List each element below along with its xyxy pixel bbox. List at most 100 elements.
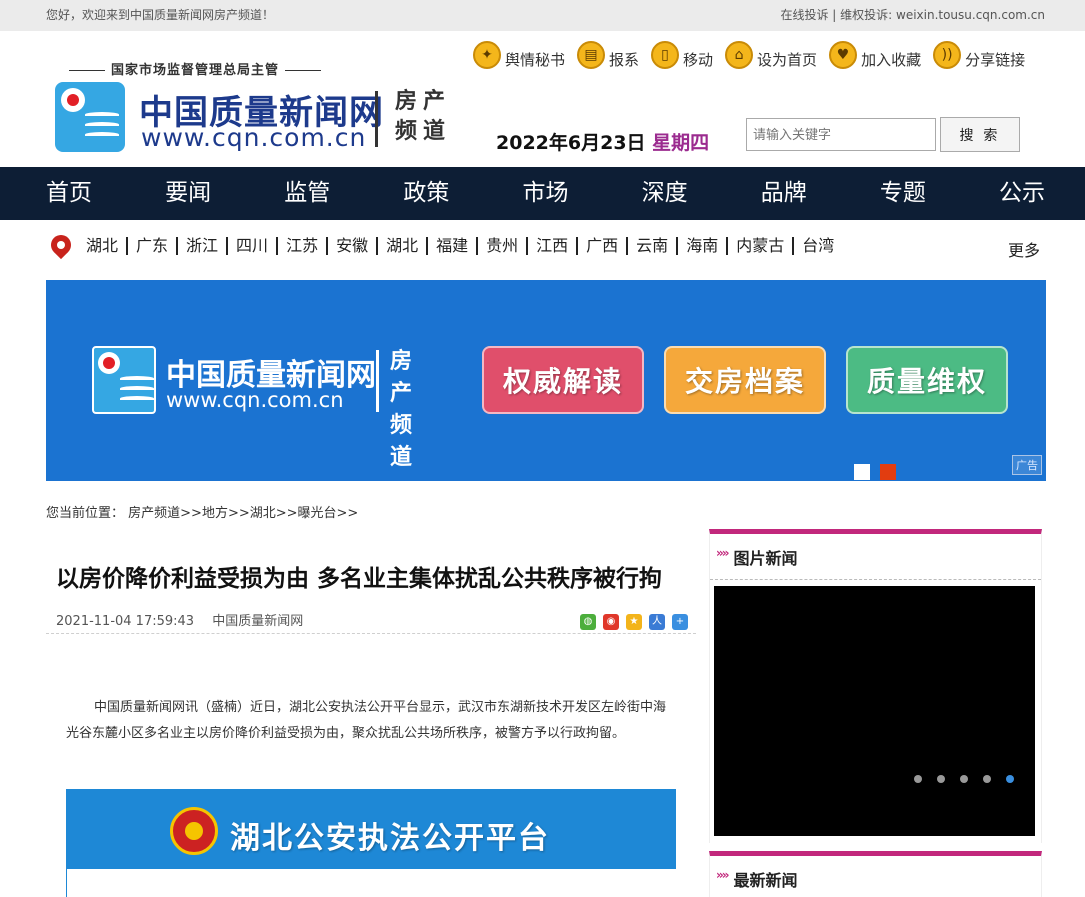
quick-links: ✦ 舆情秘书 ▤ 报系 ▯ 移动 ⌂ 设为首页 ♥ 加入收藏 )) 分享链接 (473, 41, 1026, 76)
quicklink-baoxi[interactable]: ▤ 报系 (577, 41, 640, 76)
region-link[interactable]: 湖北 (376, 237, 426, 255)
banner-channel: 房产频道 (390, 349, 417, 470)
quicklink-yuqing[interactable]: ✦ 舆情秘书 (473, 41, 566, 76)
authority-interpretation-button[interactable]: 权威解读 (482, 346, 644, 414)
slider-dot[interactable] (983, 775, 991, 783)
wechat-icon[interactable]: ◍ (580, 614, 596, 630)
logo-channel: 房产频道 (395, 89, 452, 144)
location-pin-icon (46, 230, 76, 260)
region-more-link[interactable]: 更多 (1008, 237, 1040, 261)
quality-rights-button[interactable]: 质量维权 (846, 346, 1008, 414)
nav-item-brand[interactable]: 品牌 (761, 167, 807, 220)
home-icon: ⌂ (725, 41, 754, 69)
picture-news-slider[interactable] (714, 586, 1035, 836)
breadcrumb-path[interactable]: 房产频道>>地方>>湖北>>曝光台>> (128, 506, 358, 521)
delivery-archive-button[interactable]: 交房档案 (664, 346, 826, 414)
region-link[interactable]: 福建 (426, 237, 476, 255)
article-meta: 2021-11-04 17:59:43 中国质量新闻网 (56, 610, 303, 629)
slider-pager (914, 775, 1014, 783)
banner-dot[interactable] (854, 464, 870, 480)
search-button[interactable]: 搜 索 (940, 117, 1020, 152)
latest-news-title: 最新新闻 (733, 870, 798, 890)
site-logo[interactable]: 国家市场监督管理总局主管 中国质量新闻网 www.cqn.com.cn 房产频道 (55, 55, 455, 155)
article-image-lower (66, 869, 676, 897)
region-link[interactable]: 云南 (626, 237, 676, 255)
article-body: 中国质量新闻网讯（盛楠）近日，湖北公安执法公开平台显示，武汉市东湖新技术开发区左… (66, 700, 667, 741)
nav-item-news[interactable]: 要闻 (165, 167, 211, 220)
top-bar: 您好，欢迎来到中国质量新闻网房产频道！ 在线投诉 | 维权投诉: weixin.… (0, 0, 1085, 31)
double-arrow-icon: »» (716, 867, 729, 882)
supervisor-text: 国家市场监督管理总局主管 (111, 63, 280, 78)
ad-label: 广告 (1012, 455, 1042, 475)
quicklink-homepage[interactable]: ⌂ 设为首页 (725, 41, 818, 76)
weibo-icon[interactable]: ◉ (603, 614, 619, 630)
article-source: 中国质量新闻网 (212, 614, 304, 629)
nav-item-policy[interactable]: 政策 (403, 167, 449, 220)
search-input[interactable] (746, 118, 936, 151)
picture-news-header: »» 图片新闻 (710, 534, 1041, 580)
region-link[interactable]: 广东 (126, 237, 176, 255)
main-nav: 首页 要闻 监管 政策 市场 深度 品牌 专题 公示 (0, 167, 1085, 220)
picture-news-title: 图片新闻 (733, 548, 798, 568)
slider-dot[interactable] (914, 775, 922, 783)
complaint-links[interactable]: 在线投诉 | 维权投诉: weixin.tousu.cqn.com.cn (780, 6, 1045, 23)
quicklink-label: 设为首页 (757, 50, 818, 69)
region-link[interactable]: 江西 (526, 237, 576, 255)
more-share-icon[interactable]: + (672, 614, 688, 630)
picture-news-box: »» 图片新闻 (709, 529, 1042, 843)
bird-icon: ✦ (473, 41, 501, 69)
region-link[interactable]: 安徽 (326, 237, 376, 255)
current-date: 2022年6月23日 星期四 (496, 128, 709, 155)
nav-item-home[interactable]: 首页 (46, 167, 92, 220)
slider-dot[interactable] (937, 775, 945, 783)
heart-icon: ♥ (829, 41, 858, 69)
rss-icon: )) (933, 41, 962, 69)
article-time: 2021-11-04 17:59:43 (56, 614, 195, 629)
nav-item-notice[interactable]: 公示 (999, 167, 1045, 220)
breadcrumb: 您当前位置： 房产频道>>地方>>湖北>>曝光台>> (46, 502, 358, 521)
nav-item-supervision[interactable]: 监管 (284, 167, 330, 220)
banner-pager (854, 464, 896, 480)
double-arrow-icon: »» (716, 545, 729, 560)
quicklink-label: 报系 (609, 50, 640, 69)
region-link[interactable]: 江苏 (276, 237, 326, 255)
quicklink-share[interactable]: )) 分享链接 (933, 41, 1026, 76)
meta-divider (46, 633, 696, 634)
region-link[interactable]: 四川 (226, 237, 276, 255)
region-link[interactable]: 海南 (676, 237, 726, 255)
region-link[interactable]: 湖北 (86, 237, 126, 255)
nav-item-topic[interactable]: 专题 (880, 167, 926, 220)
breadcrumb-label: 您当前位置： (46, 506, 125, 521)
slider-dot-active[interactable] (1006, 775, 1014, 783)
weekday-text: 星期四 (652, 132, 710, 154)
region-link[interactable]: 内蒙古 (726, 237, 792, 255)
quicklink-label: 移动 (683, 50, 714, 69)
region-list: 湖北 广东 浙江 四川 江苏 安徽 湖北 福建 贵州 江西 广西 云南 海南 内… (86, 237, 842, 255)
welcome-text: 您好，欢迎来到中国质量新闻网房产频道！ (46, 8, 275, 22)
qzone-icon[interactable]: ★ (626, 614, 642, 630)
ad-banner[interactable]: 中国质量新闻网 www.cqn.com.cn 房产频道 权威解读 交房档案 质量… (46, 280, 1046, 481)
latest-news-header: »» 最新新闻 (710, 856, 1041, 897)
region-link[interactable]: 贵州 (476, 237, 526, 255)
region-link[interactable]: 浙江 (176, 237, 226, 255)
region-link[interactable]: 广西 (576, 237, 626, 255)
quicklink-favorite[interactable]: ♥ 加入收藏 (829, 41, 921, 76)
article-image-caption: 湖北公安执法公开平台 (230, 821, 550, 856)
nav-item-market[interactable]: 市场 (523, 167, 569, 220)
quicklink-label: 分享链接 (965, 50, 1026, 69)
share-icons: ◍ ◉ ★ 人 + (580, 614, 688, 630)
supervisor-line: 国家市场监督管理总局主管 (63, 59, 327, 78)
article-image: 湖北公安执法公开平台 (66, 789, 676, 897)
logo-icon (55, 82, 125, 152)
region-link[interactable]: 台湾 (792, 237, 842, 255)
nav-item-depth[interactable]: 深度 (642, 167, 688, 220)
banner-dot-active[interactable] (880, 464, 896, 480)
latest-news-box: »» 最新新闻 (709, 851, 1042, 897)
article-title: 以房价降价利益受损为由 多名业主集体扰乱公共秩序被行拘 (56, 566, 663, 592)
mobile-icon: ▯ (651, 41, 680, 69)
quicklink-label: 舆情秘书 (505, 50, 566, 69)
region-bar: 湖北 广东 浙江 四川 江苏 安徽 湖北 福建 贵州 江西 广西 云南 海南 内… (46, 230, 1046, 266)
renren-icon[interactable]: 人 (649, 614, 665, 630)
slider-dot[interactable] (960, 775, 968, 783)
quicklink-mobile[interactable]: ▯ 移动 (651, 41, 714, 76)
